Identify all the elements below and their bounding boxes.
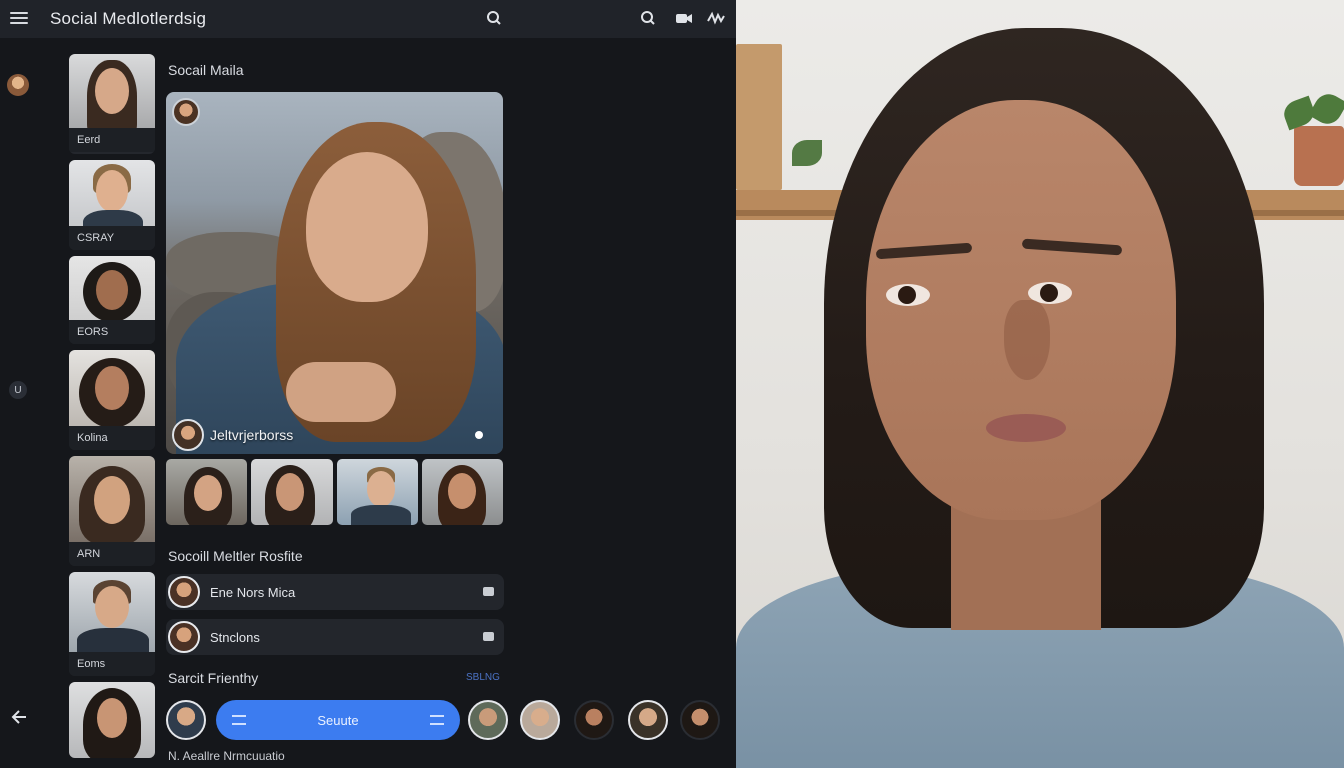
story-column: Eerd CSRAY EORS Kolina ARN Eoms [69, 54, 156, 764]
thumbnail-strip [166, 459, 503, 525]
footer-text: N. Aeallre Nrmcuuatio [168, 749, 285, 763]
activity-icon[interactable] [706, 8, 726, 28]
camera-icon[interactable] [674, 8, 694, 28]
sort-icon [232, 715, 246, 725]
list-item-label: Stnclons [210, 629, 260, 645]
avatar[interactable] [574, 700, 614, 740]
featured-post[interactable]: Jeltvrjerborss [166, 92, 503, 454]
story-image [69, 682, 155, 758]
action-button-label: Seuute [317, 712, 359, 728]
story-image [69, 456, 155, 542]
story-card[interactable]: Kolina [69, 350, 155, 450]
story-card[interactable]: CSRAY [69, 160, 155, 250]
top-bar: Social Medlotlerdsig [0, 0, 736, 38]
status-dot [475, 431, 483, 439]
avatar[interactable] [628, 700, 668, 740]
section-title: Socail Maila [168, 62, 244, 78]
thumbnail[interactable] [166, 459, 248, 525]
story-card[interactable]: Eerd [69, 54, 155, 154]
action-button[interactable]: Seuute [216, 700, 460, 740]
post-caption-bar: Jeltvrjerborss [168, 418, 501, 452]
friends-row: Seuute [166, 700, 726, 742]
story-card[interactable]: Eoms [69, 572, 155, 676]
plant-pot [1294, 126, 1344, 186]
thumbnail[interactable] [251, 459, 333, 525]
menu-icon[interactable] [10, 10, 28, 26]
story-card[interactable]: EORS [69, 256, 155, 344]
story-image [69, 160, 155, 226]
story-label: ARN [69, 542, 155, 566]
story-label: CSRAY [69, 226, 155, 250]
thumbnail[interactable] [421, 459, 503, 525]
story-image [69, 572, 155, 652]
list-item[interactable]: Stnclons [166, 619, 504, 655]
list-item[interactable]: Ene Nors Mica [166, 574, 504, 610]
profile-section-title: Socoill Meltler Rosfite [168, 548, 303, 564]
avatar[interactable] [172, 419, 204, 451]
avatar[interactable] [520, 700, 560, 740]
story-image [69, 54, 155, 128]
story-image [69, 350, 155, 426]
back-arrow-icon[interactable] [10, 708, 28, 726]
chat-icon[interactable] [483, 587, 494, 596]
post-owner-avatar[interactable] [172, 98, 200, 126]
story-label: EORS [69, 320, 155, 344]
avatar[interactable] [468, 700, 508, 740]
badge-label: U [14, 384, 22, 396]
story-card[interactable] [69, 682, 155, 758]
search-icon[interactable] [638, 8, 658, 28]
avatar[interactable] [7, 74, 29, 96]
story-image [69, 256, 155, 320]
list-item-label: Ene Nors Mica [210, 584, 296, 600]
sidebar: U [0, 38, 38, 768]
chat-icon[interactable] [483, 632, 494, 641]
shield-icon[interactable]: U [9, 381, 27, 399]
avatar[interactable] [166, 700, 206, 740]
avatar [168, 576, 200, 608]
post-caption: Jeltvrjerborss [210, 427, 294, 443]
friends-link[interactable]: SBLNG [466, 672, 500, 683]
sort-icon [430, 715, 444, 725]
thumbnail[interactable] [336, 459, 418, 525]
story-label: Eoms [69, 652, 155, 676]
avatar [168, 621, 200, 653]
story-label: Kolina [69, 426, 155, 450]
friends-section-title: Sarcit Frienthy [168, 670, 259, 686]
avatar[interactable] [680, 700, 720, 740]
story-label: Eerd [69, 128, 155, 152]
app-title: Social Medlotlerdsig [50, 9, 207, 28]
story-card[interactable]: ARN [69, 456, 155, 566]
shelf-box [736, 44, 782, 190]
profile-photo [736, 0, 1344, 768]
search-icon[interactable] [484, 8, 504, 28]
app-window: Social Medlotlerdsig U Eerd CSRAY EORS K… [0, 0, 736, 768]
